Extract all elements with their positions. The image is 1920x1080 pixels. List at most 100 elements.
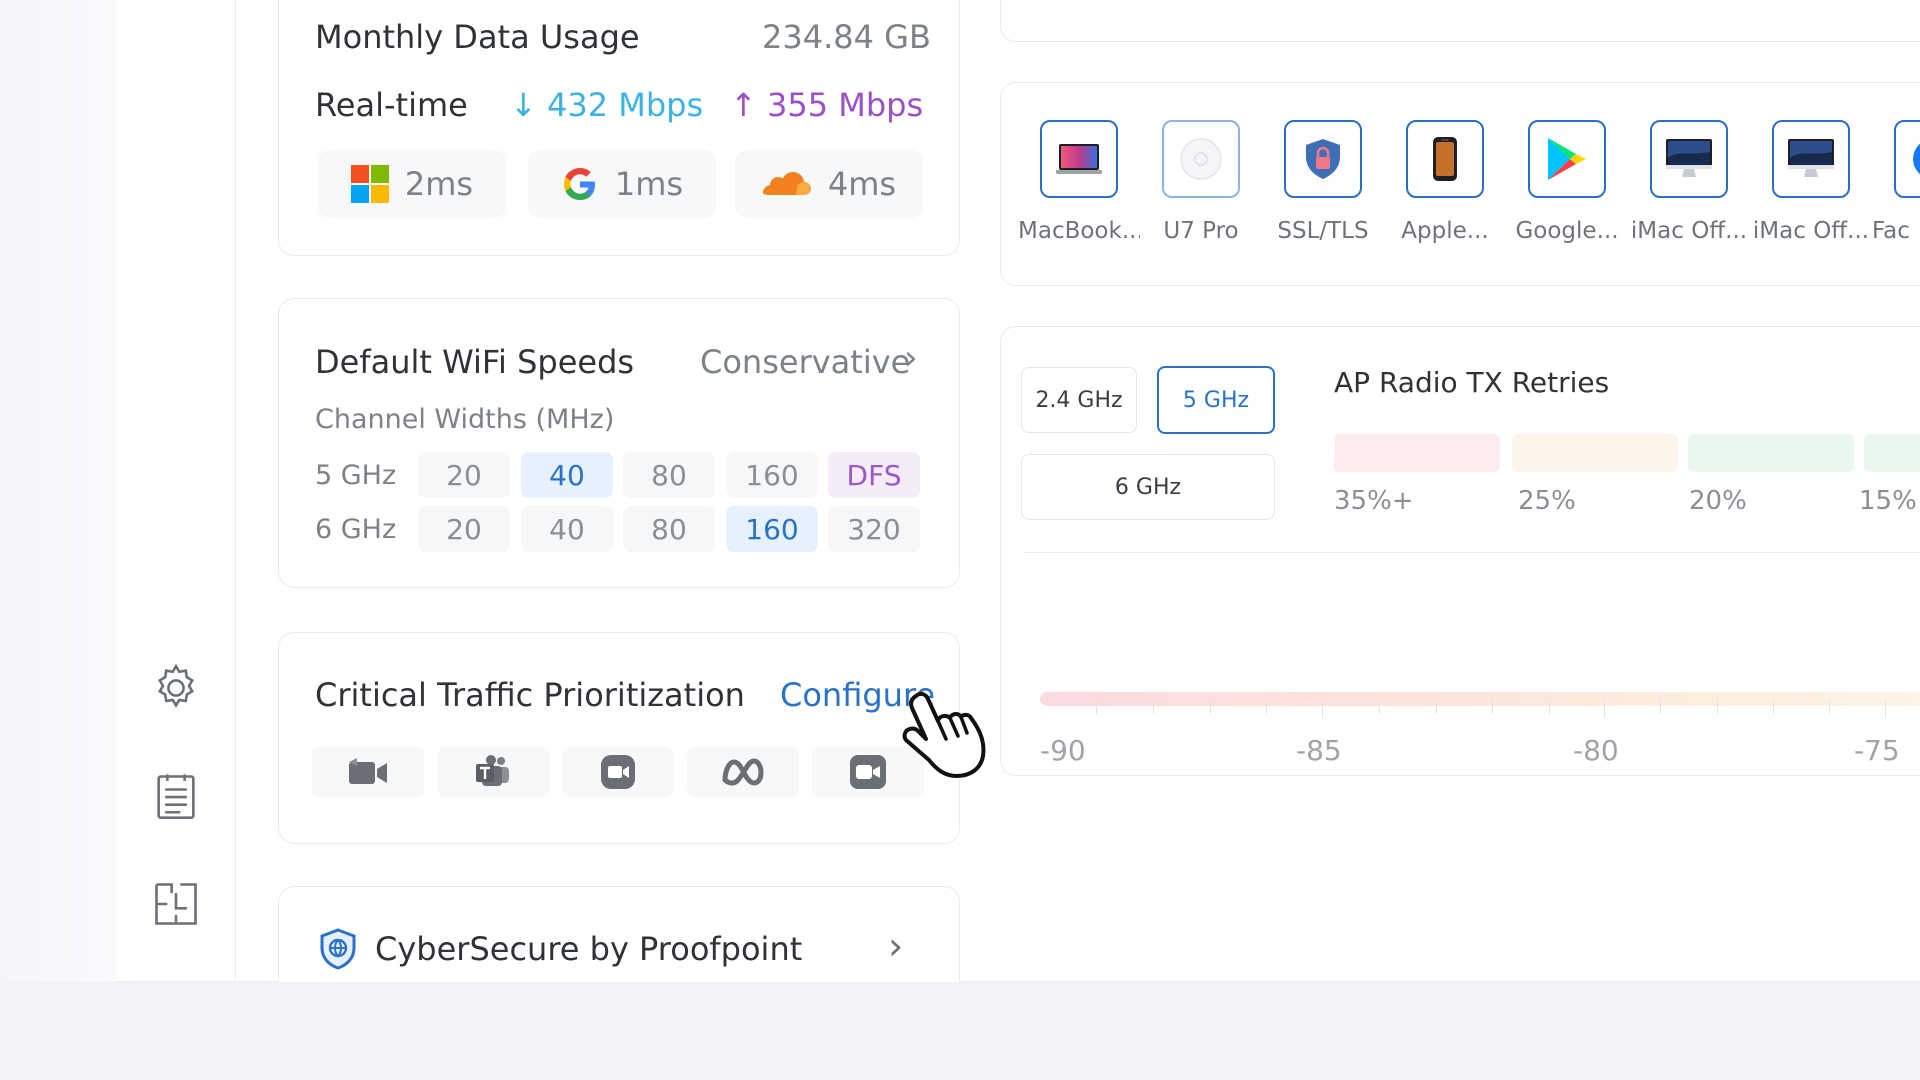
rssi-label-80: -80 — [1573, 734, 1619, 767]
zoom-icon — [601, 755, 635, 789]
radio-chart-title: AP Radio TX Retries — [1334, 366, 1610, 399]
band-tab-6ghz[interactable]: 6 GHz — [1021, 454, 1275, 520]
legend-label-20: 20% — [1689, 486, 1747, 516]
band-5ghz-label: 5 GHz — [315, 460, 397, 491]
facebook-icon — [1913, 143, 1920, 175]
ping-microsoft: 2ms — [318, 150, 506, 218]
client-ssl-tls[interactable]: SSL/TLS — [1262, 120, 1384, 244]
tick — [1266, 700, 1267, 714]
imac-icon — [1788, 139, 1834, 177]
tick — [1322, 700, 1323, 718]
tick — [1436, 700, 1437, 714]
tick — [1379, 700, 1380, 714]
width-5ghz-80[interactable]: 80 — [623, 452, 715, 498]
band-tab-2-4ghz[interactable]: 2.4 GHz — [1021, 367, 1137, 433]
tick — [1492, 700, 1493, 714]
hand-pointer-cursor-icon — [902, 691, 986, 778]
channel-widths-label: Channel Widths (MHz) — [315, 404, 615, 435]
client-imac-2[interactable]: iMac Off... — [1750, 120, 1872, 244]
width-6ghz-80[interactable]: 80 — [623, 506, 715, 552]
teams-icon — [476, 755, 509, 786]
monthly-usage-value: 234.84 GB — [762, 18, 931, 56]
app-video-call — [312, 746, 424, 798]
google-play-icon — [1548, 138, 1586, 180]
background-left — [0, 0, 116, 982]
app-meta — [687, 746, 799, 798]
width-5ghz-160[interactable]: 160 — [726, 452, 818, 498]
wifi-speeds-title: Default WiFi Speeds — [315, 343, 635, 381]
ping-cloudflare: 4ms — [735, 150, 923, 218]
google-icon — [563, 168, 595, 200]
cybersecure-chevron-icon[interactable]: › — [888, 924, 903, 968]
client-macbook[interactable]: MacBook... — [1018, 120, 1140, 244]
video-camera-icon — [349, 758, 387, 784]
cybersecure-shield-icon — [320, 928, 356, 970]
tick — [1096, 700, 1097, 714]
sidebar — [116, 0, 236, 982]
card-mask — [278, 982, 960, 1042]
band-6ghz-label: 6 GHz — [315, 514, 397, 545]
client-apple-iphone[interactable]: Apple... — [1384, 120, 1506, 244]
width-6ghz-320[interactable]: 320 — [828, 506, 920, 552]
legend-swatch-15 — [1864, 434, 1920, 472]
shield-lock-icon — [1306, 139, 1340, 179]
chart-divider — [1024, 552, 1920, 553]
legend-swatch-20 — [1688, 434, 1854, 472]
width-5ghz-40[interactable]: 40 — [521, 452, 613, 498]
tick — [1604, 700, 1605, 718]
iphone-icon — [1433, 137, 1457, 181]
wifi-profile-value[interactable]: Conservative — [700, 343, 910, 381]
legend-label-35: 35%+ — [1334, 486, 1414, 516]
width-6ghz-160[interactable]: 160 — [726, 506, 818, 552]
chevron-right-icon[interactable]: › — [904, 338, 918, 378]
width-6ghz-40[interactable]: 40 — [521, 506, 613, 552]
app-zoom — [562, 746, 674, 798]
client-u7-pro[interactable]: U7 Pro — [1140, 120, 1262, 244]
rssi-label-75: -75 — [1854, 734, 1900, 767]
realtime-label: Real-time — [315, 86, 468, 124]
rssi-gradient-bar — [1040, 692, 1920, 706]
traffic-priority-card — [278, 632, 960, 844]
band-tab-5ghz[interactable]: 5 GHz — [1157, 366, 1275, 434]
tick — [1773, 700, 1774, 714]
client-imac-1[interactable]: iMac Off... — [1628, 120, 1750, 244]
cybersecure-title: CyberSecure by Proofpoint — [375, 930, 803, 968]
tick — [1717, 700, 1718, 714]
legend-label-15: 15% — [1859, 486, 1917, 516]
legend-swatch-35 — [1334, 434, 1500, 472]
upload-rate: ↑ 355 Mbps — [730, 86, 924, 124]
arrow-down-icon: ↓ — [510, 86, 537, 124]
width-6ghz-20[interactable]: 20 — [418, 506, 510, 552]
access-point-icon — [1180, 138, 1222, 180]
macbook-icon — [1056, 144, 1102, 174]
tick — [1210, 700, 1211, 714]
client-facebook[interactable]: Fac — [1872, 120, 1920, 244]
monthly-usage-label: Monthly Data Usage — [315, 18, 640, 56]
imac-icon — [1666, 139, 1712, 177]
width-5ghz-20[interactable]: 20 — [418, 452, 510, 498]
tick — [1660, 700, 1661, 714]
app-teams — [437, 746, 549, 798]
ping-google: 1ms — [528, 150, 716, 218]
microsoft-icon — [350, 165, 389, 203]
legend-swatch-25 — [1512, 434, 1678, 472]
tick — [1153, 700, 1154, 714]
tick — [1885, 700, 1886, 718]
download-rate: ↓ 432 Mbps — [510, 86, 704, 124]
width-5ghz-dfs[interactable]: DFS — [828, 452, 920, 498]
tick — [1549, 700, 1550, 714]
rssi-label-90: -90 — [1040, 734, 1086, 767]
legend-label-25: 25% — [1518, 486, 1576, 516]
logs-list-icon[interactable] — [148, 768, 204, 824]
meta-icon — [722, 758, 764, 786]
top-right-card — [1000, 0, 1920, 42]
traffic-priority-title: Critical Traffic Prioritization — [315, 676, 745, 714]
client-google-play[interactable]: Google... — [1506, 120, 1628, 244]
arrow-up-icon: ↑ — [730, 86, 757, 124]
cloudflare-icon — [762, 172, 811, 195]
facetime-icon — [850, 755, 886, 789]
floorplan-icon[interactable] — [148, 876, 204, 932]
settings-gear-icon[interactable] — [148, 660, 204, 716]
tick — [1829, 700, 1830, 714]
rssi-label-85: -85 — [1296, 734, 1342, 767]
